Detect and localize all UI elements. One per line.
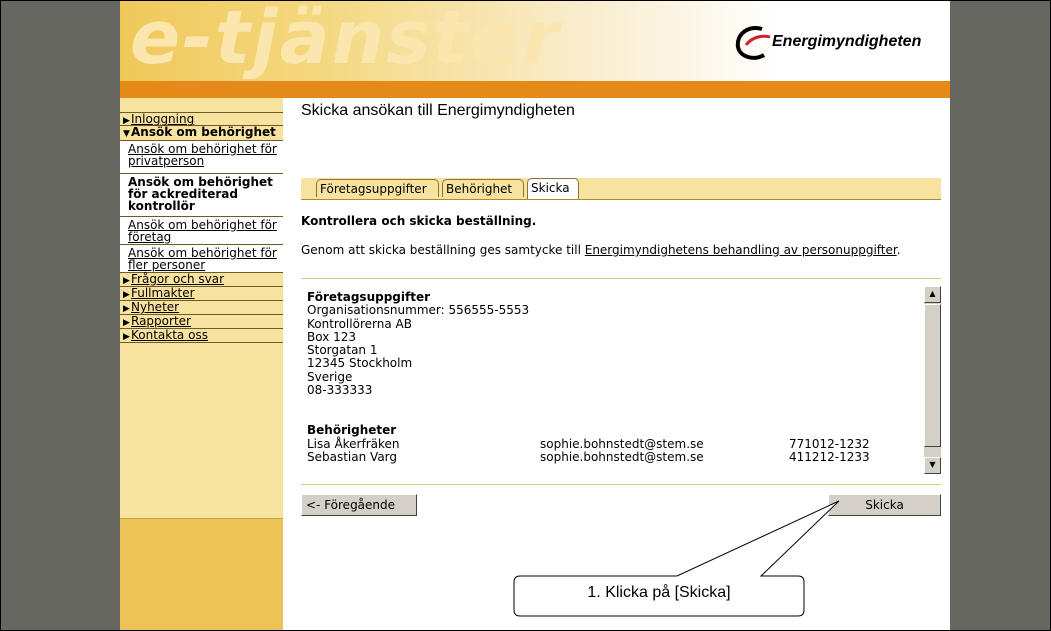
callout-text: 1. Klicka på [Skicka]: [587, 584, 731, 601]
screenshot-frame: e-tjänster Energimyndigheten ▶Inloggning…: [0, 0, 1051, 631]
callout-pointer: [513, 500, 840, 617]
